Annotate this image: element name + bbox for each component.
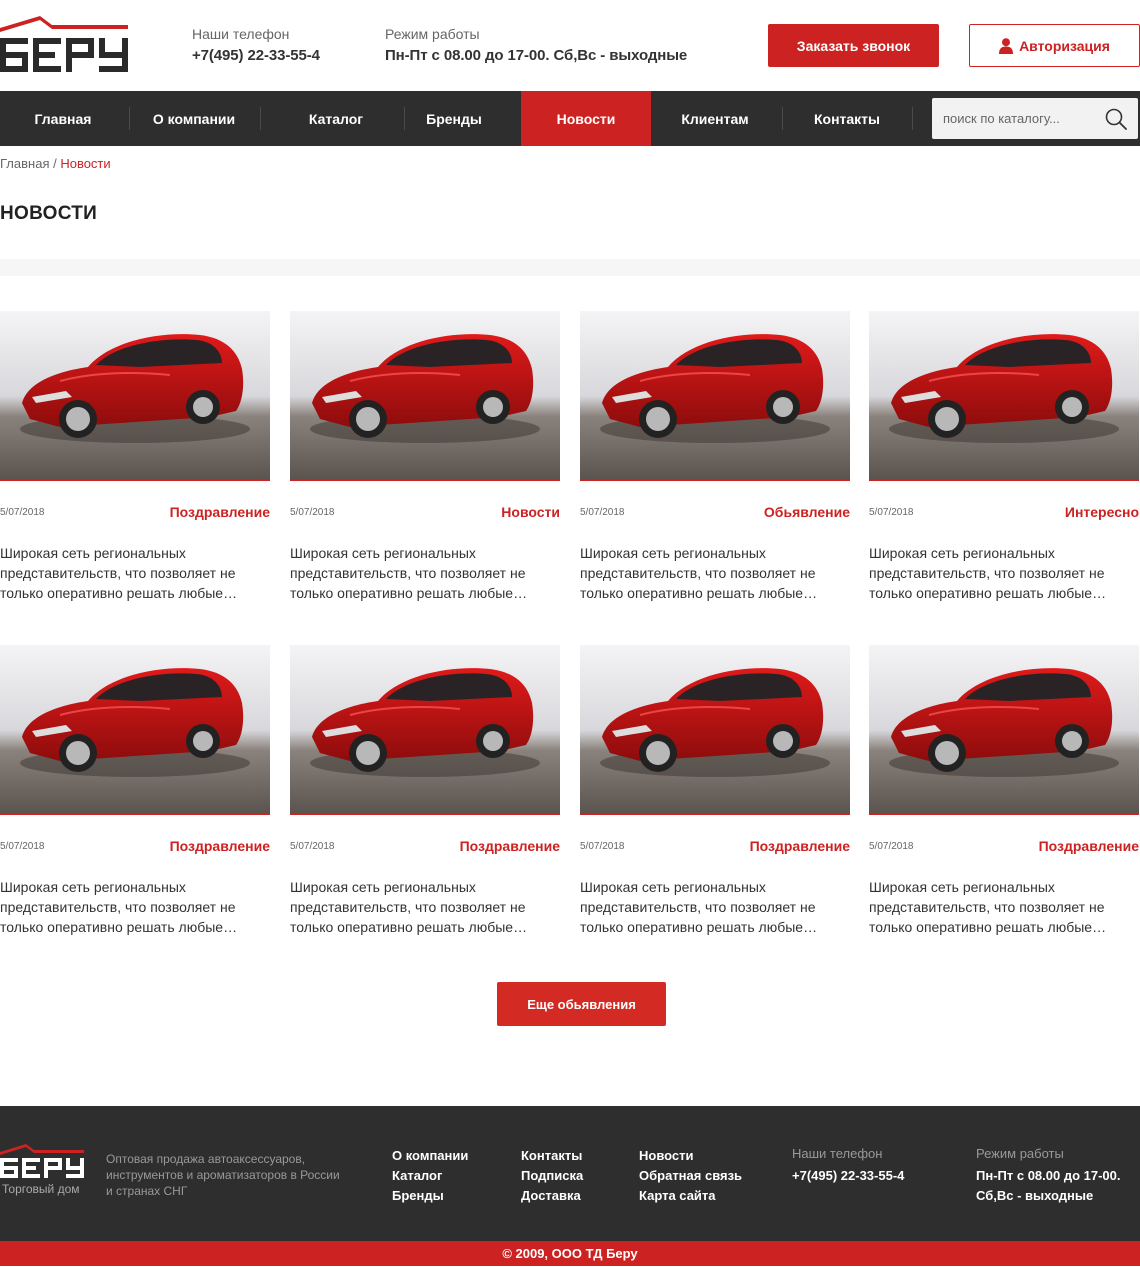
news-card[interactable]: 5/07/2018 Поздравление Широкая сеть реги… [290, 645, 560, 945]
news-card-category[interactable]: Интересно [1065, 504, 1139, 520]
phone-label: Наши телефон [192, 26, 290, 42]
footer-links-col3: Новости Обратная связь Карта сайта [639, 1146, 742, 1206]
copyright: © 2009, ООО ТД Беру [0, 1241, 1140, 1266]
logo[interactable] [0, 16, 128, 74]
news-card-excerpt[interactable]: Широкая сеть региональных представительс… [0, 543, 270, 603]
footer-link-sitemap[interactable]: Карта сайта [639, 1186, 742, 1206]
phone-number[interactable]: +7(495) 22-33-55-4 [192, 46, 320, 66]
news-card-date: 5/07/2018 [0, 507, 45, 518]
footer-hours-line1: Пн-Пт с 08.00 до 17-00. [976, 1168, 1121, 1183]
footer-link-contacts[interactable]: Контакты [521, 1146, 583, 1166]
footer-phone: Наши телефон +7(495) 22-33-55-4 [792, 1146, 904, 1186]
user-icon [999, 37, 1014, 54]
section-divider [0, 259, 1140, 276]
news-card-image[interactable] [290, 645, 560, 815]
nav-item-home[interactable]: Главная [0, 91, 126, 146]
nav-item-news[interactable]: Новости [521, 91, 651, 146]
hours-label: Режим работы [385, 26, 480, 42]
footer-link-news[interactable]: Новости [639, 1146, 742, 1166]
footer-link-subscribe[interactable]: Подписка [521, 1166, 583, 1186]
news-card-image[interactable] [0, 645, 270, 815]
news-card-image[interactable] [0, 311, 270, 481]
news-card-category[interactable]: Обьявление [764, 504, 850, 520]
order-call-button[interactable]: Заказать звонок [768, 24, 939, 67]
news-card-excerpt[interactable]: Широкая сеть региональных представительс… [580, 543, 850, 603]
footer-links-col1: О компании Каталог Бренды [392, 1146, 468, 1206]
load-more-button[interactable]: Еще обьявления [497, 982, 666, 1026]
news-card-excerpt[interactable]: Широкая сеть региональных представительс… [290, 543, 560, 603]
nav-divider [260, 107, 261, 130]
news-card-category[interactable]: Поздравление [1039, 838, 1139, 854]
news-card-image[interactable] [869, 311, 1139, 481]
footer-link-catalog[interactable]: Каталог [392, 1166, 468, 1186]
news-card-excerpt[interactable]: Широкая сеть региональных представительс… [0, 877, 270, 937]
footer-links-col2: Контакты Подписка Доставка [521, 1146, 583, 1206]
news-card[interactable]: 5/07/2018 Обьявление Широкая сеть регион… [580, 311, 850, 611]
auth-button[interactable]: Авторизация [969, 24, 1140, 67]
news-card-image[interactable] [580, 311, 850, 481]
news-card-date: 5/07/2018 [290, 507, 335, 518]
header-phone: Наши телефон +7(495) 22-33-55-4 [192, 26, 320, 66]
news-card-image[interactable] [869, 645, 1139, 815]
header-hours: Режим работы Пн-Пт с 08.00 до 17-00. Сб,… [385, 26, 687, 66]
news-card-date: 5/07/2018 [0, 841, 45, 852]
breadcrumb-separator: / [49, 156, 61, 171]
news-card[interactable]: 5/07/2018 Интересно Широкая сеть региона… [869, 311, 1139, 611]
nav-item-clients[interactable]: Клиентам [651, 91, 779, 146]
page-title: НОВОСТИ [0, 203, 98, 224]
news-card-date: 5/07/2018 [869, 507, 914, 518]
news-card[interactable]: 5/07/2018 Поздравление Широкая сеть реги… [0, 311, 270, 611]
footer-hours-label: Режим работы [976, 1146, 1064, 1161]
footer-description: Оптовая продажа автоаксессуаров, инструм… [106, 1152, 340, 1198]
nav-item-catalog[interactable]: Каталог [271, 91, 401, 146]
news-card-category[interactable]: Новости [501, 504, 560, 520]
footer-link-brands[interactable]: Бренды [392, 1186, 468, 1206]
site-header: Наши телефон +7(495) 22-33-55-4 Режим ра… [0, 0, 1140, 91]
footer-hours-line2: Сб,Вс - выходные [976, 1188, 1094, 1203]
hours-value: Пн-Пт с 08.00 до 17-00. Сб,Вс - выходные [385, 47, 688, 64]
news-card-category[interactable]: Поздравление [170, 504, 270, 520]
nav-item-about[interactable]: О компании [131, 91, 257, 146]
news-card[interactable]: 5/07/2018 Новости Широкая сеть региональ… [290, 311, 560, 611]
news-card-excerpt[interactable]: Широкая сеть региональных представительс… [869, 877, 1139, 937]
news-card-category[interactable]: Поздравление [750, 838, 850, 854]
news-card[interactable]: 5/07/2018 Поздравление Широкая сеть реги… [0, 645, 270, 945]
news-card-excerpt[interactable]: Широкая сеть региональных представительс… [869, 543, 1139, 603]
catalog-search [932, 98, 1138, 139]
breadcrumb: Главная / Новости [0, 156, 111, 171]
breadcrumb-current: Новости [60, 156, 111, 171]
news-card-category[interactable]: Поздравление [460, 838, 560, 854]
breadcrumb-home[interactable]: Главная [0, 156, 49, 171]
news-card-image[interactable] [290, 311, 560, 481]
news-card-date: 5/07/2018 [580, 507, 625, 518]
site-footer: Торговый дом Оптовая продажа автоаксессу… [0, 1106, 1140, 1241]
news-card-excerpt[interactable]: Широкая сеть региональных представительс… [290, 877, 560, 937]
footer-phone-number[interactable]: +7(495) 22-33-55-4 [792, 1166, 904, 1186]
footer-logo-tagline: Торговый дом [2, 1182, 80, 1196]
news-card[interactable]: 5/07/2018 Поздравление Широкая сеть реги… [580, 645, 850, 945]
nav-divider [129, 107, 130, 130]
search-icon[interactable] [1104, 107, 1128, 131]
footer-link-delivery[interactable]: Доставка [521, 1186, 583, 1206]
nav-item-contacts[interactable]: Контакты [782, 91, 912, 146]
news-card-excerpt[interactable]: Широкая сеть региональных представительс… [580, 877, 850, 937]
news-card-date: 5/07/2018 [869, 841, 914, 852]
nav-divider [912, 107, 913, 130]
news-card[interactable]: 5/07/2018 Поздравление Широкая сеть реги… [869, 645, 1139, 945]
news-card-date: 5/07/2018 [580, 841, 625, 852]
nav-item-brands[interactable]: Бренды [404, 91, 504, 146]
news-card-image[interactable] [580, 645, 850, 815]
footer-link-about[interactable]: О компании [392, 1146, 468, 1166]
search-input[interactable] [932, 98, 1097, 139]
footer-logo[interactable] [0, 1144, 84, 1178]
news-card-category[interactable]: Поздравление [170, 838, 270, 854]
footer-hours: Режим работы Пн-Пт с 08.00 до 17-00. Сб,… [976, 1146, 1121, 1206]
auth-button-label: Авторизация [1019, 37, 1110, 54]
footer-phone-label: Наши телефон [792, 1146, 883, 1161]
news-card-date: 5/07/2018 [290, 841, 335, 852]
footer-link-feedback[interactable]: Обратная связь [639, 1166, 742, 1186]
